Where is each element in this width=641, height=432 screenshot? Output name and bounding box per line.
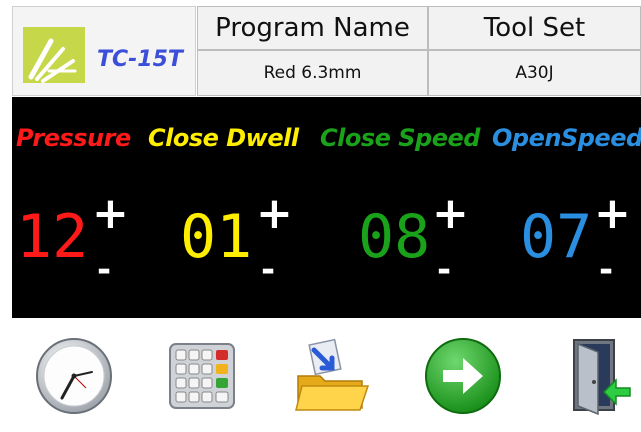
exit-door-icon[interactable] [554, 336, 634, 416]
tool-set-header: Tool Set [428, 6, 641, 50]
open-speed-label: OpenSpeed [492, 124, 641, 152]
model-label: TC-15T [97, 47, 183, 72]
pressure-increase-button[interactable]: + [92, 192, 129, 236]
keypad-icon[interactable] [162, 336, 242, 416]
close-dwell-label: Close Dwell [148, 124, 299, 152]
pressure-value: 12 [16, 202, 89, 272]
program-name-header: Program Name [197, 6, 428, 50]
open-folder-icon[interactable] [292, 336, 372, 416]
close-speed-value: 08 [358, 202, 431, 272]
program-name-value[interactable]: Red 6.3mm [197, 50, 428, 96]
logo-icon [23, 27, 85, 83]
clock-icon[interactable] [34, 336, 114, 416]
close-dwell-value: 01 [180, 202, 253, 272]
close-speed-increase-button[interactable]: + [432, 192, 469, 236]
next-arrow-icon[interactable] [423, 336, 503, 416]
header: TC-15T Program Name Red 6.3mm Tool Set A… [0, 0, 641, 97]
open-speed-value: 07 [520, 202, 593, 272]
open-speed-decrease-button[interactable]: - [599, 253, 613, 287]
tool-set-value[interactable]: A30J [428, 50, 641, 96]
close-dwell-increase-button[interactable]: + [256, 192, 293, 236]
pressure-decrease-button[interactable]: - [97, 253, 111, 287]
parameter-panel: Pressure 12 + - Close Dwell 01 + - Close… [12, 97, 641, 318]
logo-box: TC-15T [12, 6, 196, 96]
bottom-toolbar [0, 318, 641, 432]
close-dwell-decrease-button[interactable]: - [261, 253, 275, 287]
open-speed-increase-button[interactable]: + [594, 192, 631, 236]
pressure-label: Pressure [16, 124, 131, 152]
close-speed-decrease-button[interactable]: - [437, 253, 451, 287]
close-speed-label: Close Speed [320, 124, 480, 152]
